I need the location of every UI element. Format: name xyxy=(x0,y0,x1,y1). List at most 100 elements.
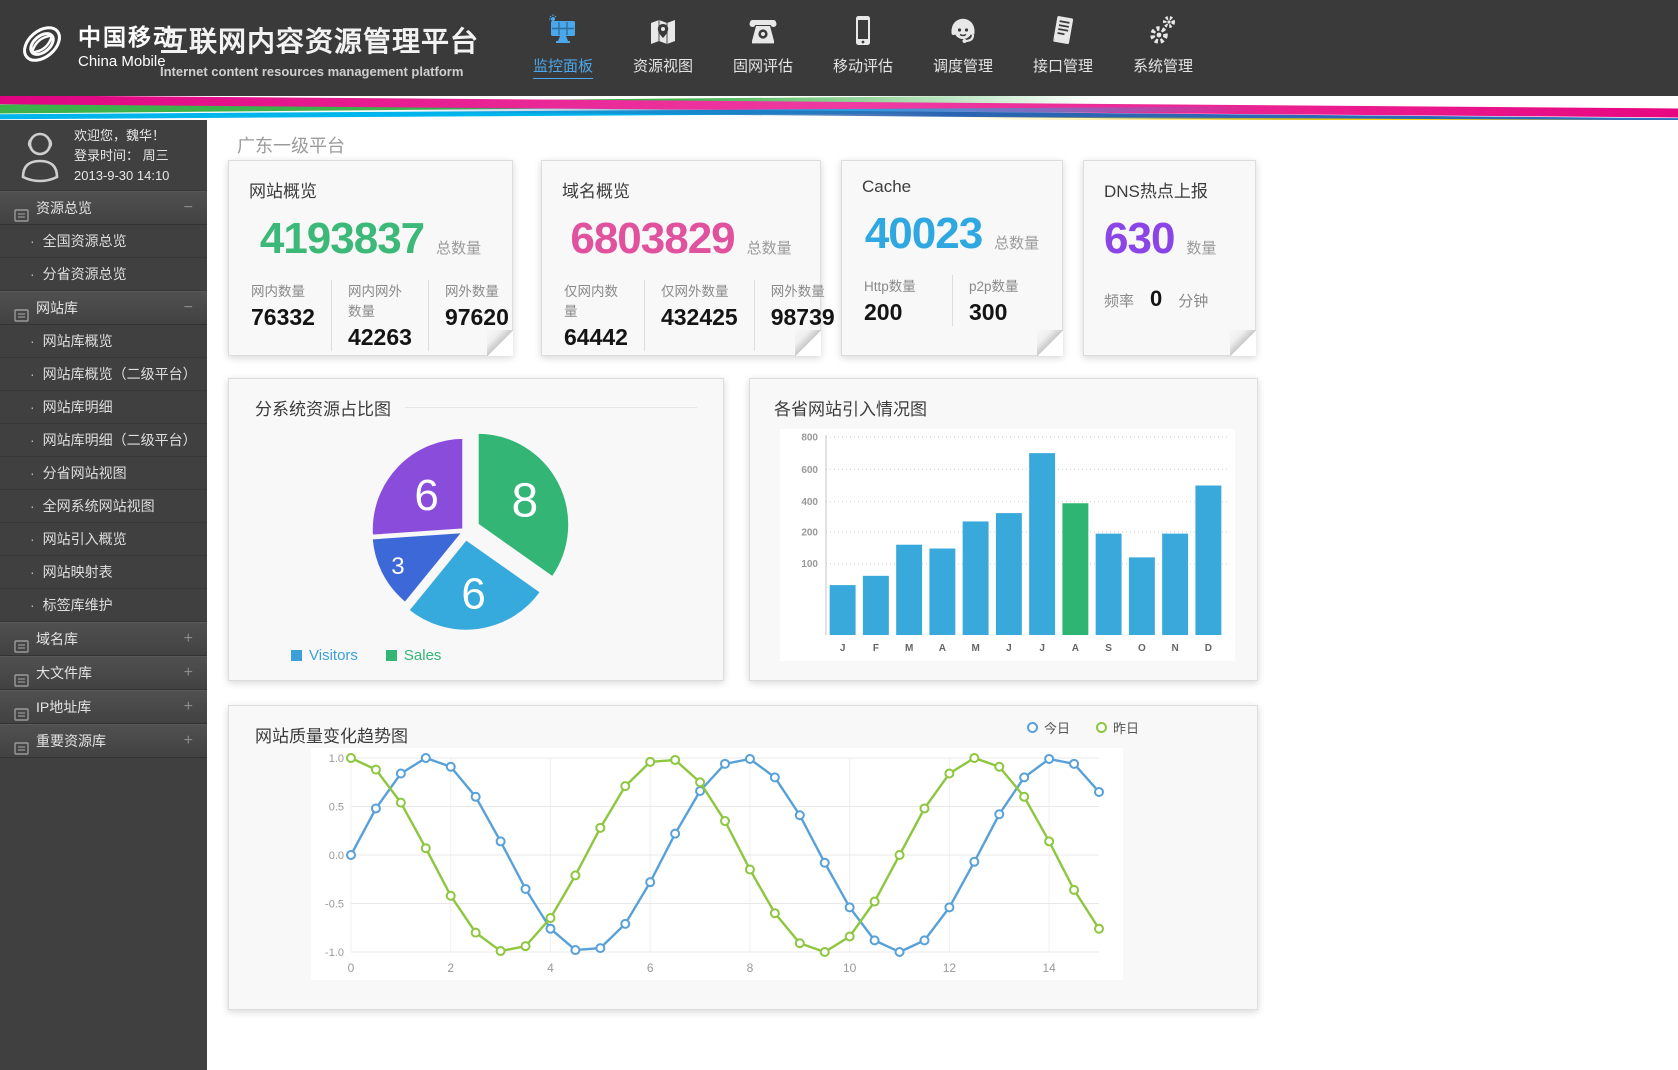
svg-text:F: F xyxy=(873,643,879,654)
login-time-label: 登录时间： 周三 xyxy=(74,146,169,166)
svg-text:0: 0 xyxy=(348,961,355,975)
page-header-subtitle: Internet content resources management pl… xyxy=(160,64,479,79)
svg-text:3: 3 xyxy=(391,553,404,580)
sidebar-subitem[interactable]: ·分省资源总览 xyxy=(0,258,207,291)
china-mobile-logo-icon xyxy=(16,18,68,70)
bar-chart[interactable]: 100200400600800JFMAMJJASOND xyxy=(780,429,1235,661)
expand-state-icon: + xyxy=(184,623,193,655)
legend-today[interactable]: 今日 xyxy=(1027,718,1070,737)
svg-text:O: O xyxy=(1138,643,1146,654)
svg-text:2: 2 xyxy=(447,961,454,975)
nav-label[interactable]: 移动评估 xyxy=(833,55,893,78)
card-title: 网站概览 xyxy=(249,177,492,202)
sidebar-subitem[interactable]: ·网站库概览 xyxy=(0,325,207,358)
section-label: 资源总览 xyxy=(36,200,92,216)
sidebar-subitem[interactable]: ·网站引入概览 xyxy=(0,523,207,556)
nav-label[interactable]: 固网评估 xyxy=(733,55,793,78)
big-unit: 总数量 xyxy=(747,237,792,258)
big-number: 40023 xyxy=(865,209,982,259)
nav-item-fixed-net-eval[interactable]: 固网评估 xyxy=(713,12,813,79)
legend-yesterday[interactable]: 昨日 xyxy=(1096,718,1139,737)
card-title: Cache xyxy=(862,177,1042,197)
top-nav: 监控面板 资源视图 xyxy=(513,12,1213,79)
sidebar-subitem[interactable]: ·标签库维护 xyxy=(0,589,207,622)
nav-item-system-mgmt[interactable]: 系统管理 xyxy=(1113,12,1213,79)
nav-item-mobile-eval[interactable]: 移动评估 xyxy=(813,12,913,79)
svg-text:6: 6 xyxy=(461,570,485,619)
svg-text:D: D xyxy=(1205,643,1212,654)
sidebar-section-domain-library[interactable]: 域名库 + xyxy=(0,622,207,656)
sidebar-subitem[interactable]: ·分省网站视图 xyxy=(0,457,207,490)
monitor-icon xyxy=(513,12,613,48)
doc-icon xyxy=(14,734,29,766)
platform-title: 互联网内容资源管理平台 Internet content resources m… xyxy=(160,20,479,79)
nav-item-dispatch-mgmt[interactable]: 调度管理 xyxy=(913,12,1013,79)
svg-text:10: 10 xyxy=(843,961,857,975)
legend-visitors[interactable]: Visitors xyxy=(291,647,358,664)
big-unit: 总数量 xyxy=(994,232,1039,253)
sidebar-section-ip-address-library[interactable]: IP地址库 + xyxy=(0,690,207,724)
sidebar-subitem[interactable]: ·网站库明细（二级平台） xyxy=(0,424,207,457)
svg-text:600: 600 xyxy=(801,465,818,476)
section-label: 域名库 xyxy=(36,631,78,647)
sidebar-section-big-file-library[interactable]: 大文件库+ xyxy=(0,656,207,690)
line-chart[interactable]: 024681012141.00.50.0-0.5-1.0 xyxy=(311,748,1123,980)
section-label: 网站库 xyxy=(36,300,78,316)
nav-label[interactable]: 系统管理 xyxy=(1133,55,1193,78)
expand-state-icon: + xyxy=(184,691,193,723)
headset-icon xyxy=(913,12,1013,48)
svg-text:200: 200 xyxy=(801,528,818,539)
stat-col: p2p数量300 xyxy=(952,275,1035,326)
svg-text:8: 8 xyxy=(747,961,754,975)
pie-chart-card: 分系统资源占比图 8636 Visitors Sales xyxy=(228,378,724,681)
pie-chart[interactable]: 8636 xyxy=(229,413,725,641)
section-label: IP地址库 xyxy=(36,699,91,715)
stat-card-dns: DNS热点上报 630数量 频率 0 分钟 xyxy=(1083,160,1256,356)
big-number: 4193837 xyxy=(260,214,424,264)
gears-icon xyxy=(1113,12,1213,48)
line-legend: 今日 昨日 xyxy=(1027,718,1139,737)
svg-text:A: A xyxy=(1072,643,1079,654)
app-header: 中国移动 China Mobile 互联网内容资源管理平台 Internet c… xyxy=(0,0,1678,100)
chart-title: 网站质量变化趋势图 xyxy=(255,722,408,747)
sidebar-section-website-library[interactable]: 网站库− xyxy=(0,291,207,325)
sidebar-subitem[interactable]: ·网站映射表 xyxy=(0,556,207,589)
page-title: 广东一级平台 xyxy=(237,132,345,158)
sidebar-section-important-resource-library[interactable]: 重要资源库+ xyxy=(0,724,207,758)
svg-text:8: 8 xyxy=(511,474,538,527)
sidebar-subitem[interactable]: ·网站库明细 xyxy=(0,391,207,424)
sidebar-section-resource-overview[interactable]: 资源总览 − xyxy=(0,191,207,225)
stat-col: 仅网外数量432425 xyxy=(644,280,754,351)
chart-title: 各省网站引入情况图 xyxy=(774,395,927,420)
nav-label[interactable]: 监控面板 xyxy=(533,55,593,79)
sidebar-subitem[interactable]: ·全国资源总览 xyxy=(0,225,207,258)
svg-text:M: M xyxy=(905,643,913,654)
stat-card-cache: Cache 40023 总数量 Http数量200 p2p数量300 xyxy=(841,160,1063,356)
svg-text:-0.5: -0.5 xyxy=(325,899,344,911)
svg-text:A: A xyxy=(939,643,946,654)
svg-text:-1.0: -1.0 xyxy=(325,947,344,959)
section-label: 大文件库 xyxy=(36,665,92,681)
nav-label[interactable]: 资源视图 xyxy=(633,55,693,78)
nav-item-monitor-panel[interactable]: 监控面板 xyxy=(513,12,613,79)
nav-label[interactable]: 接口管理 xyxy=(1033,55,1093,78)
legend-sales[interactable]: Sales xyxy=(386,647,442,664)
sidebar-subitem[interactable]: ·网站库概览（二级平台） xyxy=(0,358,207,391)
bar-chart-card: 各省网站引入情况图 100200400600800JFMAMJJASOND xyxy=(749,378,1258,681)
svg-text:400: 400 xyxy=(801,497,818,508)
card-title: DNS热点上报 xyxy=(1104,177,1235,202)
stat-col: Http数量200 xyxy=(862,275,952,326)
avatar-icon xyxy=(16,127,64,188)
sidebar-subitem[interactable]: ·全网系统网站视图 xyxy=(0,490,207,523)
stat-col: 网外数量98739 xyxy=(754,280,851,351)
stat-card-domain: 域名概览 6803829总数量 仅网内数量64442 仅网外数量432425 网… xyxy=(541,160,821,356)
nav-label[interactable]: 调度管理 xyxy=(933,55,993,78)
svg-text:800: 800 xyxy=(801,433,818,444)
nav-item-resource-view[interactable]: 资源视图 xyxy=(613,12,713,79)
section-label: 重要资源库 xyxy=(36,733,106,749)
telephone-icon xyxy=(713,12,813,48)
nav-item-interface-mgmt[interactable]: 接口管理 xyxy=(1013,12,1113,79)
svg-text:4: 4 xyxy=(547,961,554,975)
big-unit: 总数量 xyxy=(436,237,481,258)
expand-state-icon: − xyxy=(184,192,193,224)
